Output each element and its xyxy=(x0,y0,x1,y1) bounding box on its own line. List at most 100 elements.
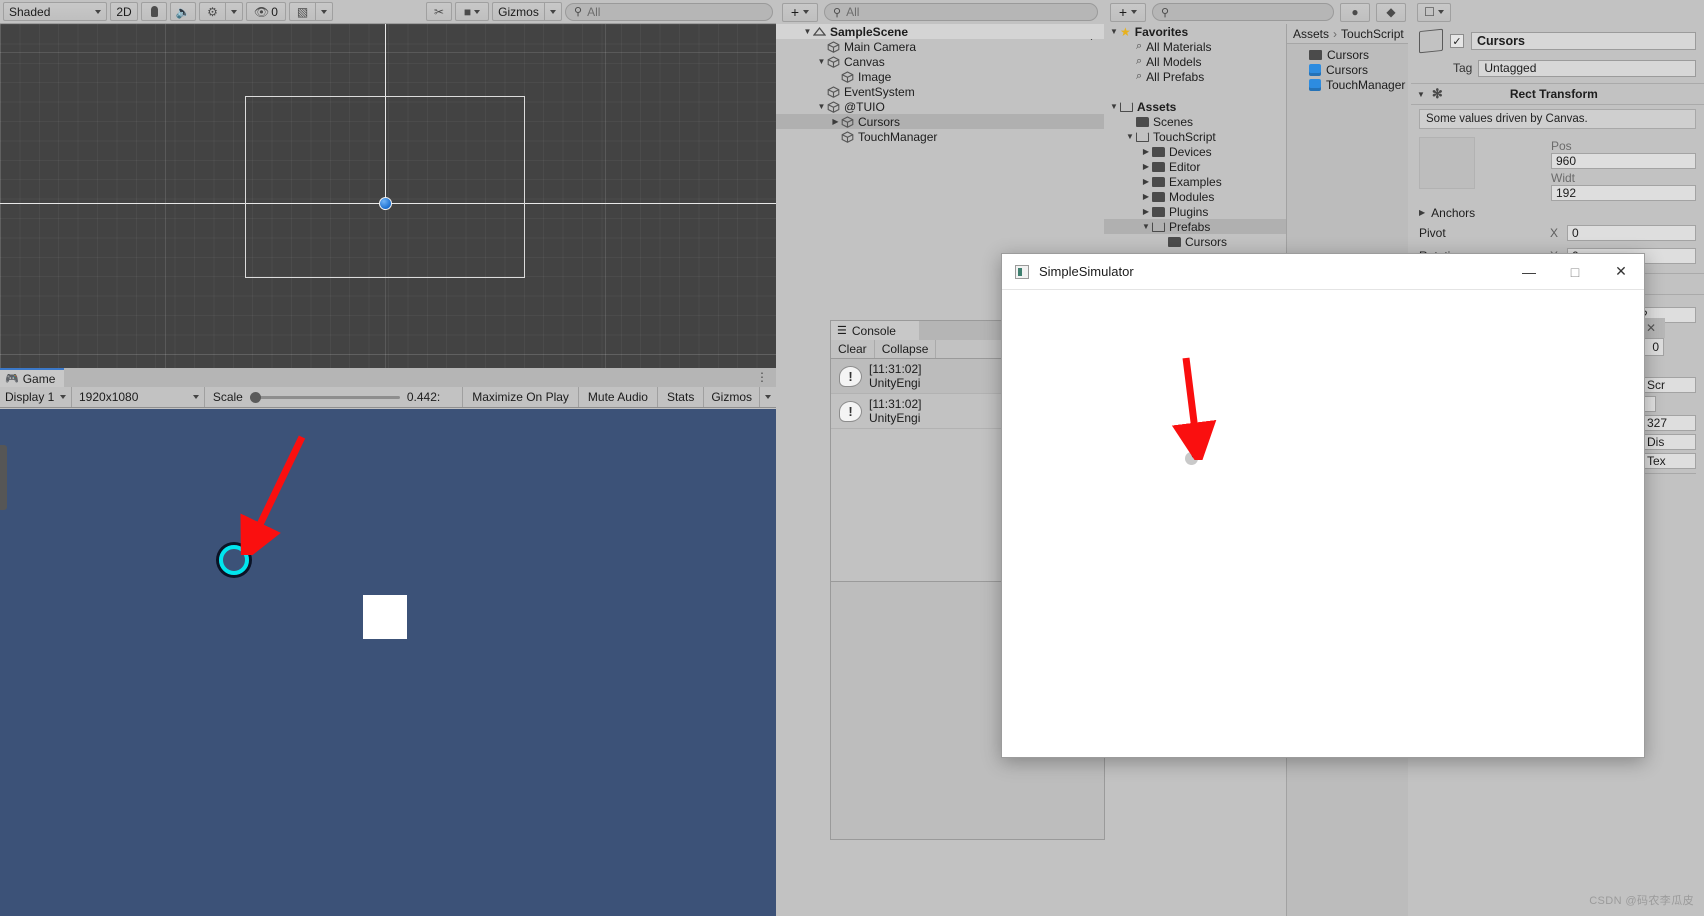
simulator-maximize-button[interactable]: □ xyxy=(1552,254,1598,289)
scene-viewport[interactable] xyxy=(0,24,776,368)
maximize-on-play-toggle[interactable]: Maximize On Play xyxy=(463,387,579,407)
foldout-open-icon[interactable]: ▼ xyxy=(1417,90,1425,99)
project-tree-item[interactable]: ▶ Editor xyxy=(1104,159,1286,174)
scene-camera-button[interactable]: ■ xyxy=(455,2,489,21)
mute-audio-toggle[interactable]: Mute Audio xyxy=(579,387,658,407)
hierarchy-search-input[interactable]: ⚲ All xyxy=(824,3,1098,21)
asset-item[interactable]: TouchManager xyxy=(1287,77,1408,92)
stats-toggle[interactable]: Stats xyxy=(658,387,705,407)
hierarchy-item[interactable]: ▶ Cursors xyxy=(776,114,1104,129)
display-dropdown[interactable]: Display 1 xyxy=(0,387,72,407)
breadcrumb-item-1[interactable]: TouchScript xyxy=(1341,27,1404,41)
hierarchy-add-button[interactable]: + xyxy=(782,2,818,22)
foldout-open-icon[interactable]: ▼ xyxy=(1108,27,1120,36)
hierarchy-item[interactable]: Main Camera xyxy=(776,39,1104,54)
scale-slider-group[interactable]: Scale 0.442: xyxy=(205,387,464,407)
foldout-open-icon[interactable]: ▼ xyxy=(816,102,827,111)
display-field[interactable]: Dis xyxy=(1642,433,1696,450)
project-tree-item[interactable]: ⌕ All Materials xyxy=(1104,39,1286,54)
foldout-closed-icon[interactable]: ▶ xyxy=(830,117,841,126)
transform-pivot-handle[interactable] xyxy=(379,197,392,210)
project-tree-item[interactable]: ⌕ All Models xyxy=(1104,54,1286,69)
project-packages-button[interactable]: ● xyxy=(1340,2,1370,22)
breadcrumb-item-0[interactable]: Assets xyxy=(1293,27,1329,41)
foldout-closed-icon[interactable]: ▶ xyxy=(1140,192,1152,201)
pivot-x-field[interactable]: 0 xyxy=(1567,224,1696,241)
hierarchy-item[interactable]: ▼ SampleScene xyxy=(776,24,1104,39)
tab-console[interactable]: ☰ Console xyxy=(831,321,919,340)
script-field[interactable]: Scr xyxy=(1642,376,1696,393)
scene-lighting-button[interactable] xyxy=(141,2,167,21)
simulator-minimize-button[interactable]: — xyxy=(1506,254,1552,289)
scene-grid-dropdown[interactable] xyxy=(315,2,333,21)
game-view-menu-button[interactable]: ⋮ xyxy=(756,371,768,383)
inspector-lock-button[interactable]: ☐ xyxy=(1417,2,1451,22)
simulator-title-bar[interactable]: SimpleSimulator — □ ✕ xyxy=(1002,254,1644,290)
asset-item[interactable]: Cursors xyxy=(1287,62,1408,77)
project-tree-item[interactable]: ▶ Modules xyxy=(1104,189,1286,204)
project-tree-item[interactable]: ▼ Prefabs xyxy=(1104,219,1286,234)
project-tree-item[interactable]: ▶ Plugins xyxy=(1104,204,1286,219)
hierarchy-item[interactable]: ▼ Canvas xyxy=(776,54,1104,69)
project-tree-item[interactable] xyxy=(1104,84,1286,99)
foldout-closed-icon[interactable]: ▶ xyxy=(1140,177,1152,186)
hierarchy-item[interactable]: ▼ @TUIO xyxy=(776,99,1104,114)
project-tree-item[interactable]: ▶ Examples xyxy=(1104,174,1286,189)
foldout-closed-icon[interactable]: ▶ xyxy=(1140,207,1152,216)
foldout-open-icon[interactable]: ▼ xyxy=(1108,102,1120,111)
foldout-open-icon[interactable]: ▼ xyxy=(1140,222,1152,231)
console-clear-button[interactable]: Clear xyxy=(831,340,875,358)
resolution-dropdown[interactable]: 1920x1080 xyxy=(72,387,205,407)
hierarchy-item[interactable]: TouchManager xyxy=(776,129,1104,144)
tag-dropdown[interactable]: Untagged xyxy=(1478,59,1696,77)
game-gizmos-dropdown[interactable] xyxy=(759,387,776,407)
project-tree-item[interactable]: ▼ Assets xyxy=(1104,99,1286,114)
gameobject-name-field[interactable]: Cursors xyxy=(1471,32,1696,50)
foldout-open-icon[interactable]: ▼ xyxy=(816,57,827,66)
gameobject-enabled-checkbox[interactable]: ✓ xyxy=(1450,34,1464,48)
project-search-input[interactable]: ⚲ xyxy=(1152,3,1334,21)
scene-audio-button[interactable]: 🔈 xyxy=(170,2,196,21)
asset-item[interactable]: Cursors xyxy=(1287,47,1408,62)
simple-simulator-window[interactable]: SimpleSimulator — □ ✕ xyxy=(1001,253,1645,758)
console-collapse-button[interactable]: Collapse xyxy=(875,340,937,358)
scale-slider-knob[interactable] xyxy=(249,391,261,403)
asset-list[interactable]: Cursors Cursors TouchManager xyxy=(1287,44,1408,92)
scene-grid-button[interactable]: ▧ xyxy=(289,2,315,21)
project-tree-item[interactable]: ▼ ★ Favorites xyxy=(1104,24,1286,39)
scene-search-input[interactable]: ⚲ All xyxy=(565,2,773,21)
scene-fx-dropdown[interactable] xyxy=(225,2,243,21)
scale-slider-track[interactable] xyxy=(249,391,400,403)
shading-mode-dropdown[interactable]: Shaded xyxy=(3,2,107,21)
project-tree-item[interactable]: ▼ TouchScript xyxy=(1104,129,1286,144)
foldout-open-icon[interactable]: ▼ xyxy=(1124,132,1136,141)
tab-game[interactable]: 🎮 Game xyxy=(0,368,64,387)
game-side-handle[interactable] xyxy=(0,445,7,510)
foldout-closed-icon[interactable]: ▶ xyxy=(1419,208,1425,217)
project-add-button[interactable]: + xyxy=(1110,2,1146,22)
anchors-foldout[interactable]: ▶ Anchors xyxy=(1411,203,1704,222)
hidden-objects-button[interactable]: 👁 0 xyxy=(246,2,286,21)
scene-fx-button[interactable]: ⚙ xyxy=(199,2,225,21)
foldout-closed-icon[interactable]: ▶ xyxy=(1140,162,1152,171)
simulator-close-button[interactable]: ✕ xyxy=(1598,254,1644,289)
text-field[interactable]: Tex xyxy=(1642,452,1696,469)
foldout-open-icon[interactable]: ▼ xyxy=(802,27,813,36)
project-tree-item[interactable]: Scenes xyxy=(1104,114,1286,129)
project-tree-item[interactable]: ⌕ All Prefabs xyxy=(1104,69,1286,84)
game-gizmos-button[interactable]: Gizmos xyxy=(704,387,759,407)
number-field[interactable]: 327 xyxy=(1642,414,1696,431)
anchor-preset-widget[interactable] xyxy=(1419,137,1475,189)
game-viewport[interactable] xyxy=(0,409,776,916)
simulator-canvas[interactable] xyxy=(1002,290,1644,757)
width-field[interactable]: 192 xyxy=(1551,185,1696,201)
scene-tools-button[interactable]: ✂ xyxy=(426,2,452,21)
project-tree-item[interactable]: ▶ Devices xyxy=(1104,144,1286,159)
project-label-button[interactable]: ◆ xyxy=(1376,2,1406,22)
hierarchy-item[interactable]: EventSystem xyxy=(776,84,1104,99)
pos-x-field[interactable]: 960 xyxy=(1551,153,1696,169)
hierarchy-item[interactable]: Image xyxy=(776,69,1104,84)
foldout-closed-icon[interactable]: ▶ xyxy=(1140,147,1152,156)
toggle-2d-button[interactable]: 2D xyxy=(110,2,138,21)
rect-transform-header[interactable]: ▼ ✻ Rect Transform xyxy=(1411,83,1704,105)
